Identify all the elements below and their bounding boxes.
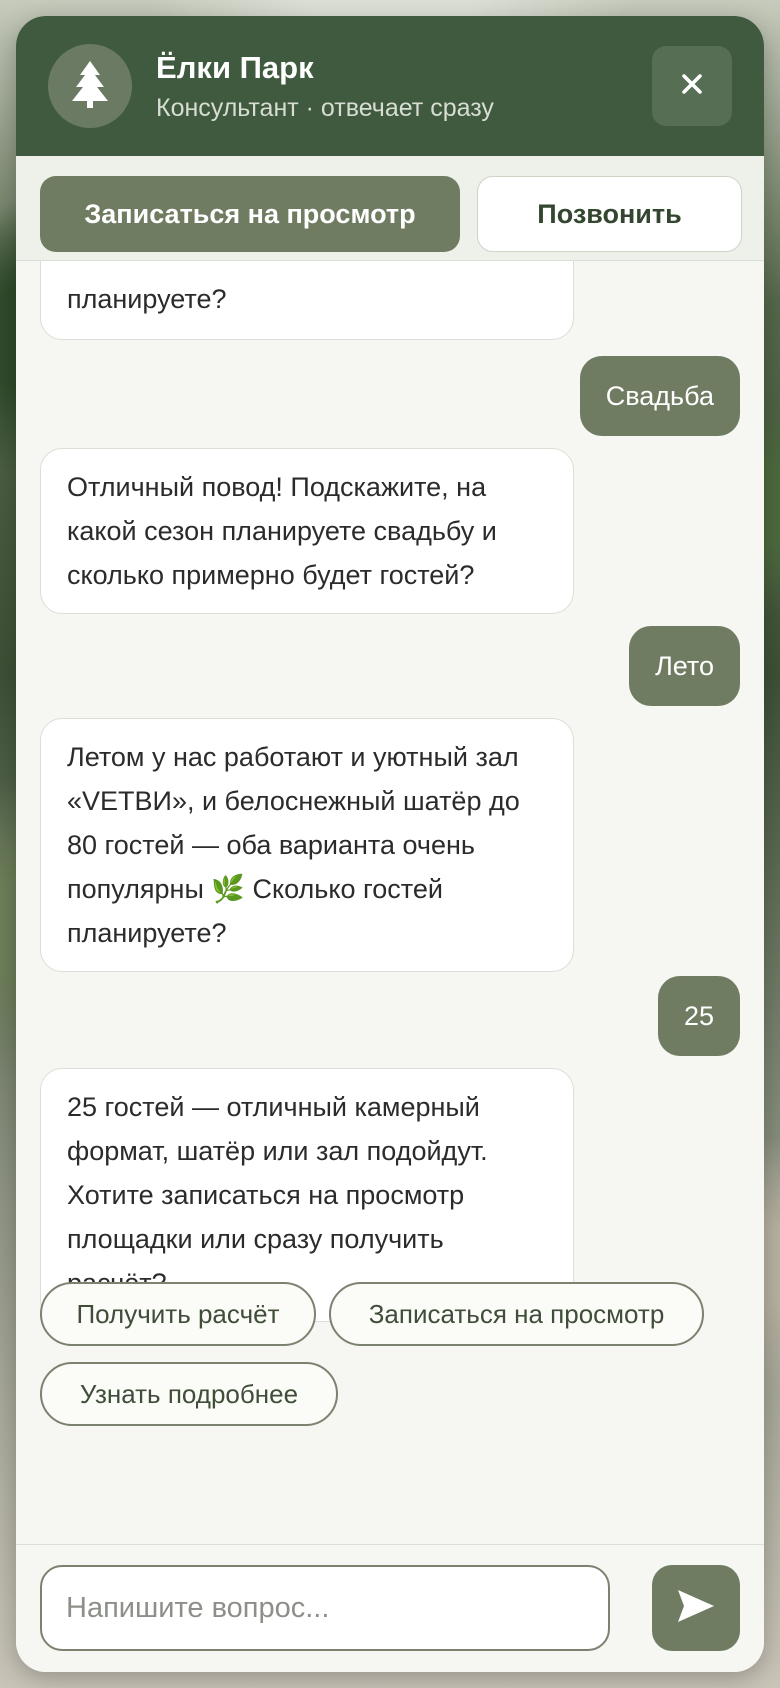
send-button[interactable] bbox=[652, 1565, 740, 1651]
user-message: Лето bbox=[629, 626, 740, 706]
quick-reply-learn-more[interactable]: Узнать подробнее bbox=[40, 1362, 338, 1426]
chat-widget: Ёлки Парк Консультант · отвечает сразу З… bbox=[16, 16, 764, 1672]
bot-message: Летом у нас работают и уютный зал «VETBИ… bbox=[40, 718, 574, 972]
message-text: планируете? bbox=[67, 284, 227, 314]
call-button[interactable]: Позвонить bbox=[477, 176, 742, 252]
bot-message: планируете? bbox=[40, 260, 574, 340]
quick-actions-bar: Записаться на просмотр Позвонить bbox=[16, 156, 764, 261]
message-input[interactable] bbox=[40, 1565, 610, 1651]
user-message: Свадьба bbox=[579, 356, 740, 436]
chat-subtitle: Консультант · отвечает сразу bbox=[156, 94, 494, 122]
user-message: 25 bbox=[657, 976, 740, 1056]
message-list[interactable]: планируете? Свадьба Отличный повод! Подс… bbox=[16, 260, 764, 1560]
tree-icon bbox=[70, 59, 110, 114]
avatar bbox=[48, 44, 132, 128]
composer bbox=[16, 1544, 764, 1672]
quick-reply-book-viewing[interactable]: Записаться на просмотр bbox=[329, 1282, 704, 1346]
close-icon bbox=[680, 72, 704, 101]
bot-message: Отличный повод! Подскажите, на какой сез… bbox=[40, 448, 574, 614]
chat-header: Ёлки Парк Консультант · отвечает сразу bbox=[16, 16, 764, 156]
close-button[interactable] bbox=[652, 46, 732, 126]
quick-reply-get-estimate[interactable]: Получить расчёт bbox=[40, 1282, 316, 1346]
chat-title: Ёлки Парк bbox=[156, 50, 314, 85]
send-icon bbox=[676, 1588, 716, 1629]
book-viewing-button[interactable]: Записаться на просмотр bbox=[40, 176, 460, 252]
